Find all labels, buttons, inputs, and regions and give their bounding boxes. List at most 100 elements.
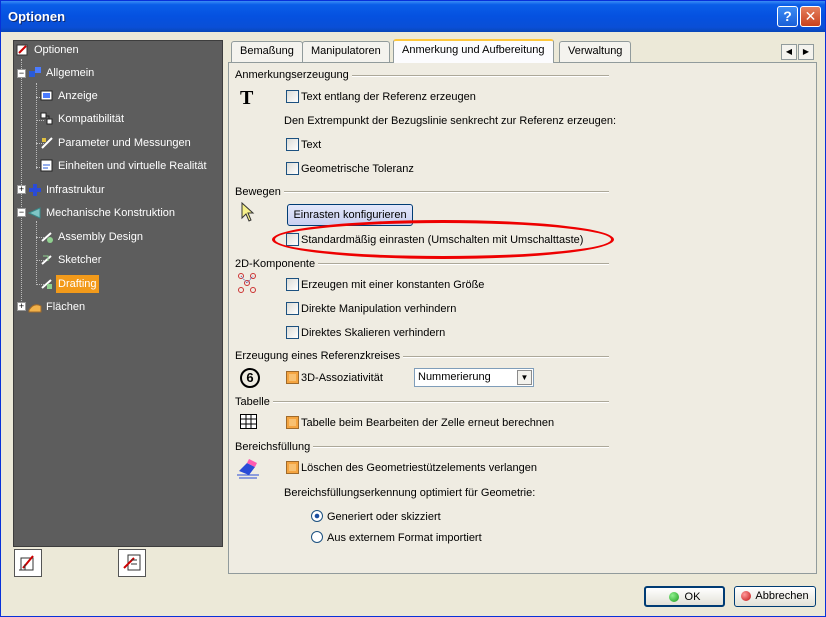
cancel-red-icon — [741, 591, 752, 602]
tree-item-mechanische-konstruktion[interactable]: Mechanische Konstruktion — [27, 204, 177, 222]
delete-support-label: Löschen des Geometriestützelements verla… — [301, 462, 538, 474]
cursor-icon — [239, 201, 257, 226]
chevron-down-icon[interactable]: ▼ — [517, 370, 532, 385]
section-divider — [235, 401, 609, 403]
tree-item-label: Assembly Design — [58, 231, 143, 243]
display-icon — [40, 89, 54, 103]
tab-anmerkung[interactable]: Anmerkung und Aufbereitung — [393, 39, 554, 63]
area-fill-icon — [237, 457, 261, 482]
tree-item-optionen[interactable]: Optionen — [16, 41, 81, 59]
close-button[interactable]: ✕ — [800, 6, 821, 27]
delete-support-checkbox[interactable] — [286, 461, 299, 474]
sketcher-icon — [40, 253, 54, 267]
tree-item-label: Parameter und Messungen — [58, 137, 191, 149]
section-title-tabelle: Tabelle — [235, 396, 273, 408]
parameters-icon — [40, 136, 54, 150]
no-direct-manipulation-checkbox[interactable] — [286, 302, 299, 315]
options-tree: − + − + Optionen Allgemein Anzeige Kompa… — [13, 40, 223, 547]
collapse-toggle[interactable]: − — [17, 208, 26, 217]
tree-item-infrastruktur[interactable]: Infrastruktur — [28, 181, 107, 199]
3d-associativity-label: 3D-Assoziativität — [301, 372, 383, 384]
reference-circle-select-value: Nummerierung — [418, 371, 491, 383]
load-options-button[interactable] — [118, 549, 146, 577]
text-checkbox-label: Text — [301, 139, 322, 151]
tree-item-label: Infrastruktur — [46, 184, 105, 196]
section-title-anmerkung: Anmerkungserzeugung — [235, 69, 352, 81]
external-format-label: Aus externem Format importiert — [327, 532, 482, 544]
tree-item-drafting[interactable]: Drafting — [40, 275, 99, 293]
options-dialog: Optionen ? ✕ − + − + Optionen Allgemein … — [0, 0, 826, 617]
tree-item-assembly-design[interactable]: Assembly Design — [40, 228, 145, 246]
tree-line — [36, 221, 37, 285]
section-divider — [235, 191, 609, 193]
cancel-button-label: Abbrechen — [755, 590, 809, 602]
tree-item-label: Flächen — [46, 301, 86, 313]
expand-toggle[interactable]: + — [17, 302, 26, 311]
text-icon: T — [239, 87, 259, 110]
generated-or-sketched-radio[interactable] — [311, 510, 323, 522]
no-direct-scaling-label: Direktes Skalieren verhindern — [301, 327, 446, 339]
tree-item-label: Optionen — [34, 44, 79, 56]
section-title-referenzkreis: Erzeugung eines Referenzkreises — [235, 350, 404, 362]
tab-scroll-right-button[interactable]: ▶ — [798, 44, 814, 60]
window-title: Optionen — [8, 9, 66, 24]
constant-size-label: Erzeugen mit einer konstanten Größe — [301, 279, 485, 291]
drafting-icon — [40, 277, 54, 291]
tab-manipulatoren[interactable]: Manipulatoren — [302, 41, 390, 62]
table-icon — [240, 414, 258, 433]
tree-item-label: Allgemein — [46, 67, 95, 79]
section-title-bereichsfuellung: Bereichsfüllung — [235, 441, 314, 453]
highlight-ellipse — [272, 220, 614, 259]
tree-item-allgemein[interactable]: Allgemein — [28, 64, 96, 82]
svg-text:T: T — [240, 87, 254, 107]
tab-scroll-left-button[interactable]: ◀ — [781, 44, 797, 60]
cancel-button[interactable]: Abbrechen — [734, 586, 816, 607]
general-icon — [28, 66, 42, 80]
3d-associativity-checkbox[interactable] — [286, 371, 299, 384]
text-checkbox[interactable] — [286, 138, 299, 151]
tree-item-label: Kompatibilität — [58, 113, 125, 125]
text-along-reference-checkbox[interactable] — [286, 90, 299, 103]
mechanical-design-icon — [27, 206, 42, 220]
collapse-toggle[interactable]: − — [17, 69, 26, 78]
table-recalc-checkbox[interactable] — [286, 416, 299, 429]
area-fill-recognition-info: Bereichsfüllungserkennung optimiert für … — [284, 487, 536, 499]
balloon-number-icon: 6 — [240, 368, 260, 388]
units-icon — [40, 159, 54, 173]
expand-toggle[interactable]: + — [17, 185, 26, 194]
geometric-tolerance-label: Geometrische Toleranz — [301, 163, 414, 175]
ok-button-label: OK — [684, 591, 701, 603]
save-options-button[interactable] — [14, 549, 42, 577]
no-direct-manipulation-label: Direkte Manipulation verhindern — [301, 303, 457, 315]
extrempunkt-info: Den Extrempunkt der Bezugslinie senkrech… — [284, 115, 617, 127]
surfaces-icon — [28, 300, 42, 314]
help-button[interactable]: ? — [777, 6, 798, 27]
tree-item-flaechen[interactable]: Flächen — [28, 298, 87, 316]
tree-item-anzeige[interactable]: Anzeige — [40, 87, 100, 105]
tree-item-label: Sketcher — [58, 254, 102, 266]
reference-circle-select[interactable]: Nummerierung ▼ — [414, 368, 534, 387]
titlebar[interactable]: Optionen ? ✕ — [1, 1, 825, 32]
external-format-radio[interactable] — [311, 531, 323, 543]
tab-verwaltung[interactable]: Verwaltung — [559, 41, 632, 62]
no-direct-scaling-checkbox[interactable] — [286, 326, 299, 339]
tree-item-label: Drafting — [56, 275, 99, 293]
section-title-bewegen: Bewegen — [235, 186, 284, 198]
ok-button[interactable]: OK — [644, 586, 725, 607]
generated-or-sketched-label: Generiert oder skizziert — [327, 511, 441, 523]
geometric-tolerance-checkbox[interactable] — [286, 162, 299, 175]
tab-bemassung[interactable]: Bemaßung — [231, 41, 303, 62]
tree-item-label: Einheiten und virtuelle Realität — [58, 160, 207, 172]
tree-line — [36, 83, 37, 169]
table-recalc-label: Tabelle beim Bearbeiten der Zelle erneut… — [301, 417, 555, 429]
tree-item-kompatibilitaet[interactable]: Kompatibilität — [40, 110, 126, 128]
infrastructure-icon — [28, 183, 42, 197]
section-title-2d-komponente: 2D-Komponente — [235, 258, 319, 270]
tree-item-einheiten[interactable]: Einheiten und virtuelle Realität — [40, 157, 209, 175]
tree-item-label: Mechanische Konstruktion — [46, 207, 176, 219]
tree-item-parameter[interactable]: Parameter und Messungen — [40, 134, 193, 152]
options-root-icon — [16, 43, 30, 57]
tree-item-sketcher[interactable]: Sketcher — [40, 251, 103, 269]
compatibility-icon — [40, 112, 54, 126]
constant-size-checkbox[interactable] — [286, 278, 299, 291]
